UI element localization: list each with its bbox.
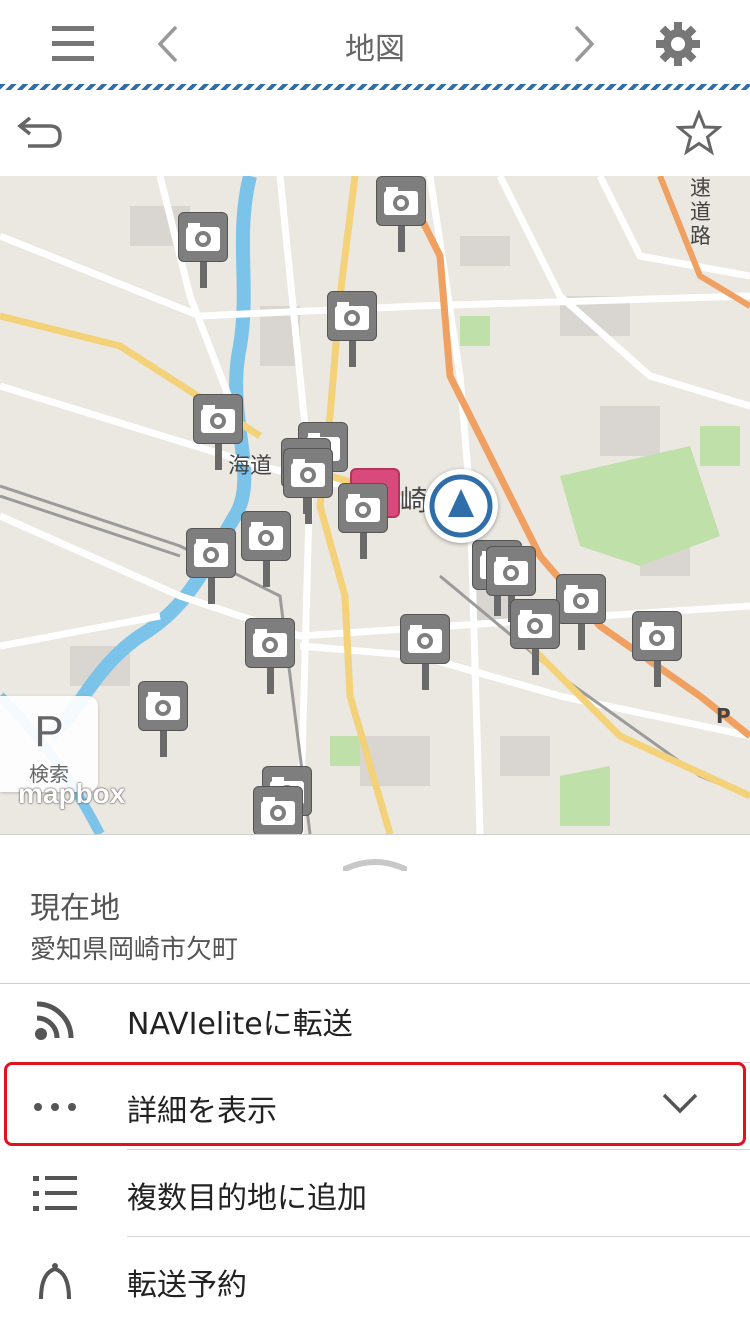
row-divider — [127, 1236, 750, 1237]
camera-marker[interactable] — [556, 574, 608, 652]
sub-toolbar — [0, 90, 750, 177]
page-title: 地図 — [345, 32, 405, 67]
action-label: 複数目的地に追加 — [127, 1181, 367, 1216]
camera-marker[interactable] — [178, 212, 230, 290]
action-label: NAVIeliteに転送 — [127, 1007, 353, 1042]
list-icon — [30, 1169, 80, 1219]
camera-icon — [194, 539, 228, 567]
camera-icon — [146, 692, 180, 720]
camera-icon — [408, 625, 442, 653]
camera-icon — [261, 797, 295, 825]
camera-icon — [564, 585, 598, 613]
bell-icon — [30, 1256, 80, 1306]
selection-highlight — [4, 1062, 746, 1146]
drag-handle-icon[interactable] — [343, 853, 407, 871]
top-app-bar: 地図 — [0, 0, 750, 90]
camera-icon — [249, 522, 283, 550]
road-label-right: 速道路 — [690, 176, 711, 248]
camera-marker[interactable] — [400, 614, 452, 692]
camera-icon — [640, 622, 674, 650]
camera-marker[interactable] — [338, 483, 390, 561]
rss-icon — [30, 995, 80, 1045]
camera-icon — [384, 187, 418, 215]
action-label: 転送予約 — [127, 1268, 247, 1303]
camera-icon — [186, 223, 220, 251]
row-divider — [127, 1149, 750, 1150]
camera-icon — [518, 610, 552, 638]
place-title: 現在地 — [30, 891, 120, 926]
camera-marker[interactable] — [632, 611, 684, 689]
camera-marker[interactable] — [138, 681, 190, 759]
camera-marker[interactable] — [510, 599, 562, 677]
camera-icon — [335, 302, 369, 330]
action-send-navielite[interactable]: NAVIeliteに転送 — [0, 977, 750, 1063]
map-view[interactable]: 速道路 海道 崎 P P 検索 mapbox — [0, 176, 750, 834]
camera-marker[interactable] — [241, 511, 293, 589]
camera-icon — [201, 405, 235, 433]
chevron-right-icon[interactable] — [566, 18, 602, 70]
star-icon[interactable] — [674, 108, 724, 160]
camera-marker[interactable] — [327, 291, 379, 369]
camera-marker[interactable] — [253, 786, 305, 834]
current-location-button[interactable] — [424, 469, 498, 543]
parking-marker-label: P — [716, 704, 731, 728]
camera-marker[interactable] — [193, 394, 245, 472]
camera-marker[interactable] — [245, 618, 297, 696]
camera-marker[interactable] — [376, 176, 428, 254]
action-add-destination[interactable]: 複数目的地に追加 — [0, 1151, 750, 1237]
camera-icon — [291, 459, 325, 487]
camera-icon — [346, 494, 380, 522]
camera-icon — [253, 629, 287, 657]
parking-search-symbol: P — [34, 707, 64, 756]
back-icon[interactable] — [16, 110, 64, 154]
action-schedule-transfer[interactable]: 転送予約 — [0, 1238, 750, 1324]
gear-icon[interactable] — [654, 18, 702, 70]
mapbox-attribution: mapbox — [18, 778, 126, 809]
place-address: 愛知県岡崎市欠町 — [30, 935, 239, 965]
camera-marker[interactable] — [186, 528, 238, 606]
camera-icon — [494, 557, 528, 585]
